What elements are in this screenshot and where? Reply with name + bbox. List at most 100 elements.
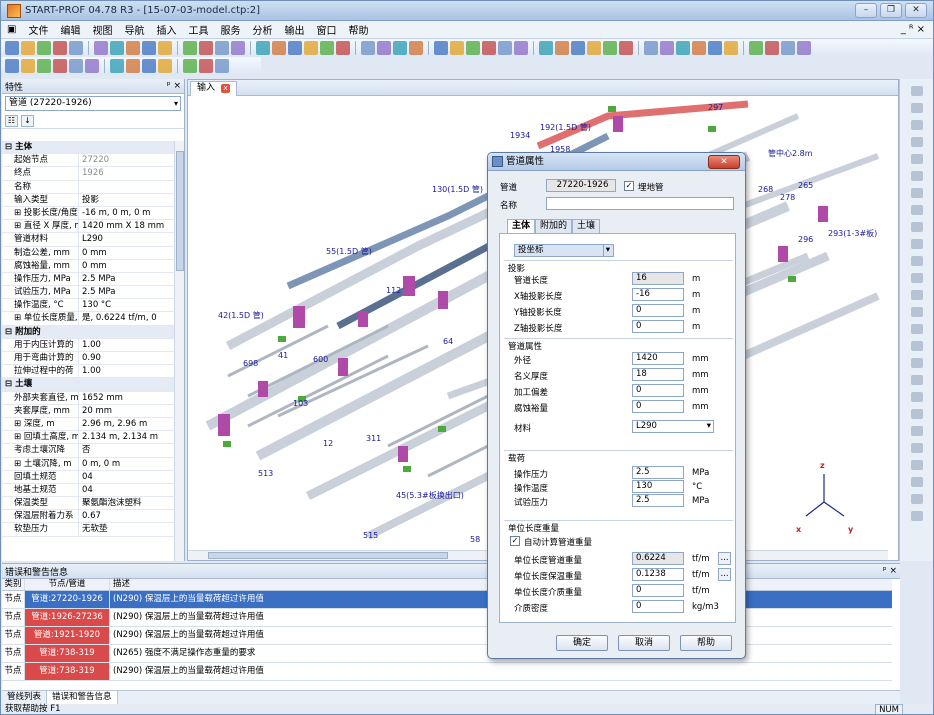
- property-value[interactable]: 0 m, 0 m: [78, 457, 175, 470]
- toolbar-tool-icon[interactable]: [587, 41, 601, 55]
- tab-pipe-list[interactable]: 管线列表: [2, 691, 48, 704]
- field-input[interactable]: 130: [632, 480, 684, 493]
- toolbar-tool-icon[interactable]: [619, 41, 633, 55]
- field-input[interactable]: 18: [632, 368, 684, 381]
- property-value[interactable]: 1926: [78, 167, 175, 180]
- side-tool-icon[interactable]: [910, 358, 923, 368]
- tab-main[interactable]: 主体: [507, 219, 536, 233]
- toolbar-tool-icon[interactable]: [53, 59, 67, 73]
- property-row[interactable]: 起始节点 27220: [2, 154, 175, 168]
- side-tool-icon[interactable]: [910, 409, 923, 419]
- field-input[interactable]: 0.1238: [632, 568, 684, 581]
- field-input[interactable]: 2.5: [632, 494, 684, 507]
- side-tool-icon[interactable]: [910, 154, 923, 164]
- help-button[interactable]: 帮助: [680, 635, 732, 651]
- tab-additional[interactable]: 附加的: [535, 219, 573, 233]
- field-input[interactable]: 0: [632, 600, 684, 613]
- ok-button[interactable]: 确定: [556, 635, 608, 651]
- toolbar-tool-icon[interactable]: [215, 59, 229, 73]
- toolbar-tool-icon[interactable]: [21, 41, 35, 55]
- side-tool-icon[interactable]: [910, 290, 923, 300]
- mdi-controls[interactable]: _ ᴿ ×: [901, 24, 925, 35]
- col-item[interactable]: 节点/管道: [25, 579, 110, 590]
- toolbar-tool-icon[interactable]: [199, 41, 213, 55]
- side-tool-icon[interactable]: [910, 307, 923, 317]
- pin-close-icon[interactable]: ᵖ ×: [167, 81, 181, 91]
- toolbar-tool-icon[interactable]: [183, 59, 197, 73]
- property-value[interactable]: 20 mm: [78, 404, 175, 417]
- side-tool-icon[interactable]: [910, 341, 923, 351]
- side-tool-icon[interactable]: [910, 137, 923, 147]
- property-value[interactable]: 投影: [78, 193, 175, 206]
- property-category[interactable]: ⊟ 土壤: [2, 378, 175, 392]
- property-row[interactable]: 名称: [2, 180, 175, 194]
- toolbar-tool-icon[interactable]: [724, 41, 738, 55]
- property-row[interactable]: 操作温度, °C 130 °C: [2, 299, 175, 313]
- toolbar-tool-icon[interactable]: [126, 59, 140, 73]
- toolbar-tool-icon[interactable]: [571, 41, 585, 55]
- property-row[interactable]: 腐蚀裕量, mm 0 mm: [2, 259, 175, 273]
- error-row[interactable]: 节点 管道:1921-1920 (N290) 保温层上的当量载荷超过许用值: [2, 627, 892, 645]
- property-row[interactable]: ⊞ 土壤沉降, m 0 m, 0 m: [2, 457, 175, 471]
- field-input[interactable]: 0: [632, 400, 684, 413]
- toolbar-tool-icon[interactable]: [377, 41, 391, 55]
- toolbar-tool-icon[interactable]: [272, 41, 286, 55]
- coord-type-select[interactable]: 投坐标 ▾: [514, 244, 614, 257]
- cancel-button[interactable]: 取消: [618, 635, 670, 651]
- toolbar-tool-icon[interactable]: [183, 41, 197, 55]
- toolbar-tool-icon[interactable]: [498, 41, 512, 55]
- menu-analysis[interactable]: 分析: [246, 22, 278, 37]
- property-value[interactable]: 否: [78, 444, 175, 457]
- property-row[interactable]: 试验压力, MPa 2.5 MPa: [2, 286, 175, 300]
- property-value[interactable]: 27220: [78, 154, 175, 167]
- property-row[interactable]: 考虑土壤沉降 否: [2, 444, 175, 458]
- side-tool-icon[interactable]: [910, 273, 923, 283]
- toolbar-tool-icon[interactable]: [5, 41, 19, 55]
- menu-insert[interactable]: 插入: [150, 22, 182, 37]
- toolbar-tool-icon[interactable]: [158, 41, 172, 55]
- toolbar-tool-icon[interactable]: [126, 41, 140, 55]
- toolbar-tool-icon[interactable]: [231, 41, 245, 55]
- property-value[interactable]: -16 m, 0 m, 0 m: [78, 206, 175, 220]
- minimize-button[interactable]: –: [855, 3, 877, 18]
- field-input[interactable]: 1420: [632, 352, 684, 365]
- property-value[interactable]: 无软垫: [78, 523, 175, 536]
- property-row[interactable]: 制造公差, mm 0 mm: [2, 246, 175, 260]
- property-row[interactable]: 软垫压力 无软垫: [2, 523, 175, 537]
- menu-output[interactable]: 输出: [278, 22, 310, 37]
- toolbar-tool-icon[interactable]: [660, 41, 674, 55]
- sort-alpha-icon[interactable]: ↓: [21, 114, 34, 127]
- auto-calc-checkbox[interactable]: ✓: [510, 536, 520, 546]
- error-row[interactable]: 节点 管道:27220-1926 (N290) 保温层上的当量载荷超过许用值: [2, 591, 892, 609]
- toolbar-tool-icon[interactable]: [708, 41, 722, 55]
- field-input[interactable]: 0: [632, 304, 684, 317]
- browse-button[interactable]: ...: [718, 568, 731, 581]
- toolbar-tool-icon[interactable]: [53, 41, 67, 55]
- property-value[interactable]: 2.134 m, 2.134 m: [78, 431, 175, 444]
- browse-button[interactable]: ...: [718, 552, 731, 565]
- toolbar-tool-icon[interactable]: [320, 41, 334, 55]
- toolbar-tool-icon[interactable]: [256, 41, 270, 55]
- property-row[interactable]: 管道材料 L290: [2, 233, 175, 247]
- menu-view[interactable]: 视图: [86, 22, 118, 37]
- menu-file[interactable]: 文件: [22, 22, 54, 37]
- menu-help[interactable]: 帮助: [342, 22, 374, 37]
- property-row[interactable]: 回填土规范 04: [2, 470, 175, 484]
- toolbar-tool-icon[interactable]: [336, 41, 350, 55]
- toolbar-tool-icon[interactable]: [555, 41, 569, 55]
- side-tool-icon[interactable]: [910, 426, 923, 436]
- property-row[interactable]: 保温层附着力系 0.67: [2, 510, 175, 524]
- property-category[interactable]: ⊟ 主体: [2, 141, 175, 155]
- buried-checkbox[interactable]: ✓: [624, 181, 634, 191]
- property-row[interactable]: 终点 1926: [2, 167, 175, 181]
- side-tool-icon[interactable]: [910, 222, 923, 232]
- property-value[interactable]: 0 mm: [78, 246, 175, 259]
- toolbar-tool-icon[interactable]: [361, 41, 375, 55]
- menu-window[interactable]: 窗口: [310, 22, 342, 37]
- property-row[interactable]: 地基土规范 04: [2, 483, 175, 498]
- toolbar-tool-icon[interactable]: [69, 41, 83, 55]
- property-value[interactable]: 1652 mm: [78, 391, 175, 404]
- toolbar-tool-icon[interactable]: [21, 59, 35, 73]
- property-value[interactable]: 聚氨酯泡沫塑料: [78, 497, 175, 510]
- property-value[interactable]: 2.5 MPa: [78, 286, 175, 299]
